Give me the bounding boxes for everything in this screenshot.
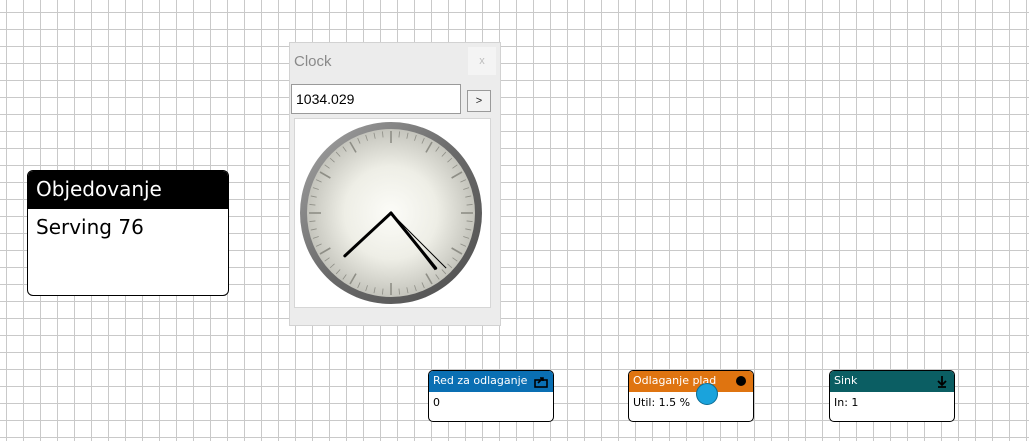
block-value: In: 1 xyxy=(834,396,859,409)
export-icon xyxy=(534,377,548,388)
clock-window[interactable]: Clock x > xyxy=(289,42,501,326)
time-input[interactable] xyxy=(291,84,461,114)
block-header: Objedovanje xyxy=(28,171,228,209)
block-value: 0 xyxy=(433,396,440,409)
arrow-down-icon xyxy=(937,376,947,388)
block-status: Serving 76 xyxy=(36,215,144,239)
dot-icon xyxy=(736,376,746,386)
go-button[interactable]: > xyxy=(467,90,491,112)
red-za-odlaganje-block[interactable]: Red za odlaganje 0 xyxy=(428,370,554,422)
close-button[interactable]: x xyxy=(468,47,496,75)
clock-face xyxy=(300,122,482,304)
block-header: Sink xyxy=(830,371,954,392)
sink-block[interactable]: Sink In: 1 xyxy=(829,370,955,422)
block-title: Objedovanje xyxy=(36,177,162,201)
block-header: Red za odlaganje xyxy=(429,371,553,392)
block-title: Red za odlaganje xyxy=(433,374,528,387)
clock-title: Clock xyxy=(294,53,332,70)
clock-face-area xyxy=(294,118,491,308)
block-header: Odlaganje plad xyxy=(629,371,753,392)
entity-token[interactable] xyxy=(696,383,718,405)
block-value: Util: 1.5 % xyxy=(633,396,691,409)
odlaganje-plad-block[interactable]: Odlaganje plad Util: 1.5 % xyxy=(628,370,754,422)
block-title: Sink xyxy=(834,374,858,387)
objedovanje-block[interactable]: Objedovanje Serving 76 xyxy=(27,170,229,296)
